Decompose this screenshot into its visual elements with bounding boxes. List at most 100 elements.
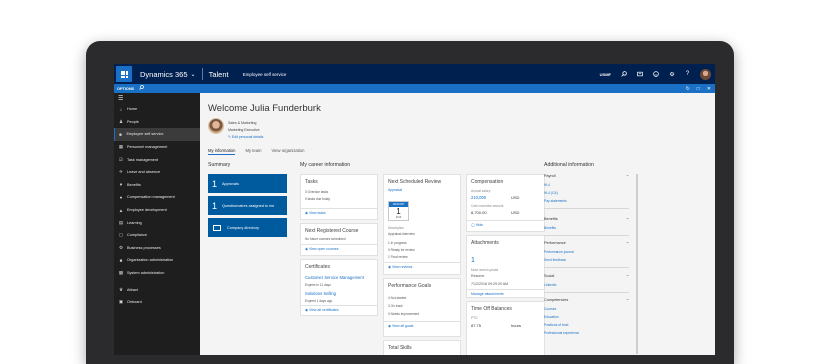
performance-group: Performance ⌃ Performance journal Send fe… [544,241,629,268]
certificate-name[interactable]: Customer Service Management [305,275,364,280]
card-title: Next Registered Course [305,228,359,234]
smiley-icon[interactable] [652,71,659,78]
hamburger-menu-icon[interactable]: ☰ [114,93,200,103]
divider [301,244,377,245]
sidebar-item-label: System administration [127,271,165,276]
group-header[interactable]: Social ⌃ [544,274,629,279]
courses-link[interactable]: Courses [544,307,629,311]
sidebar-item-label: Compensation management [127,195,175,200]
edit-personal-details-link[interactable]: ✎ Edit personal details [228,135,263,139]
chevron-up-icon[interactable]: ⌃ [626,217,629,222]
tile-label: Company directory [227,225,259,230]
company-directory-tile[interactable]: Company directory [208,218,287,237]
questionnaires-tile[interactable]: 1 Questionnaires assigned to me [208,196,287,215]
view-reviews-link[interactable]: ◉ View reviews [388,265,412,269]
sidebar-item-task-management[interactable]: ☑ Task management [114,153,200,166]
review-type[interactable]: Appraisal [388,188,402,192]
chevron-up-icon[interactable]: ⌃ [626,298,629,303]
page-name: Employee self service [242,71,287,77]
chevron-down-icon[interactable]: ⌄ [191,71,196,78]
linkedin-link[interactable]: LinkedIn [544,283,629,287]
professional-experience-link[interactable]: Professional experience [544,331,629,335]
group-header[interactable]: Payroll ⌃ [544,174,629,179]
sidebar-item-label: Home [127,107,138,112]
hide-compensation-button[interactable]: ◯ Hide [471,223,483,227]
sidebar-item-employee-self-service[interactable]: ☻ Employee self service [114,128,200,141]
view-all-certificates-link[interactable]: ◉ View all certificates [305,308,339,312]
education-link[interactable]: Education [544,315,629,319]
sidebar-item-employee-development[interactable]: ▲ Employee development [114,204,200,217]
chevron-up-icon[interactable]: ⌃ [626,274,629,279]
benefits-icon: ♥ [119,182,123,188]
sidebar-item-leave-and-absence[interactable]: ✈ Leave and absence [114,166,200,179]
view-all-goals-link[interactable]: ◉ View all goals [388,324,413,328]
module-name[interactable]: Talent [209,70,229,79]
sidebar-item-system-administration[interactable]: ▩ System administration [114,267,200,280]
compliance-icon: ▢ [118,232,124,238]
gear-icon[interactable] [668,71,675,78]
next-review-card: Next Scheduled Review Appraisal JANUARY … [383,174,461,275]
sidebar-item-label: Benefits [127,182,141,187]
sidebar-item-label: Onboard [127,300,142,305]
group-title: Competencies [544,298,569,302]
sidebar-item-label: Learning [127,220,142,225]
scrollbar[interactable] [636,174,638,354]
sidebar-item-compliance[interactable]: ▢ Compliance [114,229,200,242]
chevron-up-icon[interactable]: ⌃ [626,174,629,179]
sidebar-item-compensation-management[interactable]: ● Compensation management [114,191,200,204]
sidebar-item-organization-administration[interactable]: ■ Organization administration [114,254,200,267]
sidebar-item-personnel-management[interactable]: ▦ Personnel management [114,141,200,154]
app-launcher-button[interactable] [116,66,132,82]
refresh-icon[interactable]: ↻ [686,86,690,92]
help-icon[interactable]: ? [684,71,691,78]
popout-icon[interactable]: □ [697,86,700,92]
search-icon[interactable] [620,71,627,78]
group-header[interactable]: Benefits ⌃ [544,217,629,222]
career-title: My career information [300,162,351,168]
close-icon[interactable]: ✕ [707,86,711,92]
manage-attachments-link[interactable]: Manage attachments [471,292,504,296]
benefits-link[interactable]: Benefits [544,226,629,230]
positions-of-trust-link[interactable]: Positions of trust [544,323,629,327]
sidebar-item-attract[interactable]: ♛ Attract [114,283,200,296]
task-icon: ☑ [118,156,124,162]
app-name[interactable]: Dynamics 365 [140,70,188,79]
sidebar-item-benefits[interactable]: ♥ Benefits [114,179,200,192]
user-avatar[interactable] [700,68,711,80]
bonus-value: 8,700.00 [471,210,487,215]
options-button[interactable]: OPTIONS [117,87,134,91]
company-picker[interactable]: USMF [600,72,611,77]
certificate-name[interactable]: Solutions Selling [305,291,336,296]
view-open-courses-link[interactable]: ◉ View open courses [305,247,339,251]
people-icon: ♟ [118,118,124,124]
tab-my-team[interactable]: My team [245,148,261,155]
chevron-up-icon[interactable]: ⌃ [626,241,629,246]
card-title: Total Skills [388,345,412,351]
sidebar-item-learning[interactable]: ▤ Learning [114,216,200,229]
tab-my-information[interactable]: My information [208,148,236,155]
sidebar-item-business-processes[interactable]: ⚙ Business processes [114,242,200,255]
send-feedback-link[interactable]: Send feedback [544,258,629,262]
goals-needs-improvement: 0 Needs improvement [388,312,420,316]
pay-statements-link[interactable]: Pay statements [544,199,629,203]
w4-ca-link[interactable]: W-4 (CA) [544,191,629,195]
bonus-label: Cash incentive amount [471,204,504,208]
profile-photo[interactable] [208,118,224,134]
sidebar-item-label: Compliance [127,233,148,238]
group-header[interactable]: Competencies ⌃ [544,298,629,303]
search-icon[interactable] [139,85,144,92]
approvals-tile[interactable]: 1 Approvals [208,174,287,193]
w4-link[interactable]: W-4 [544,183,629,187]
onboard-icon: ▣ [118,299,124,305]
card-title: Next Scheduled Review [388,179,442,185]
divider [544,208,629,209]
sidebar-item-home[interactable]: ⌂ Home [114,103,200,116]
group-header[interactable]: Performance ⌃ [544,241,629,246]
learning-icon: ▤ [118,219,124,225]
sidebar-item-people[interactable]: ♟ People [114,116,200,129]
message-icon[interactable] [636,71,643,78]
performance-journal-link[interactable]: Performance journal [544,250,629,254]
view-tasks-link[interactable]: ◉ View tasks [305,211,326,215]
sidebar-item-onboard[interactable]: ▣ Onboard [114,296,200,309]
tab-view-organization[interactable]: View organization [272,148,305,155]
